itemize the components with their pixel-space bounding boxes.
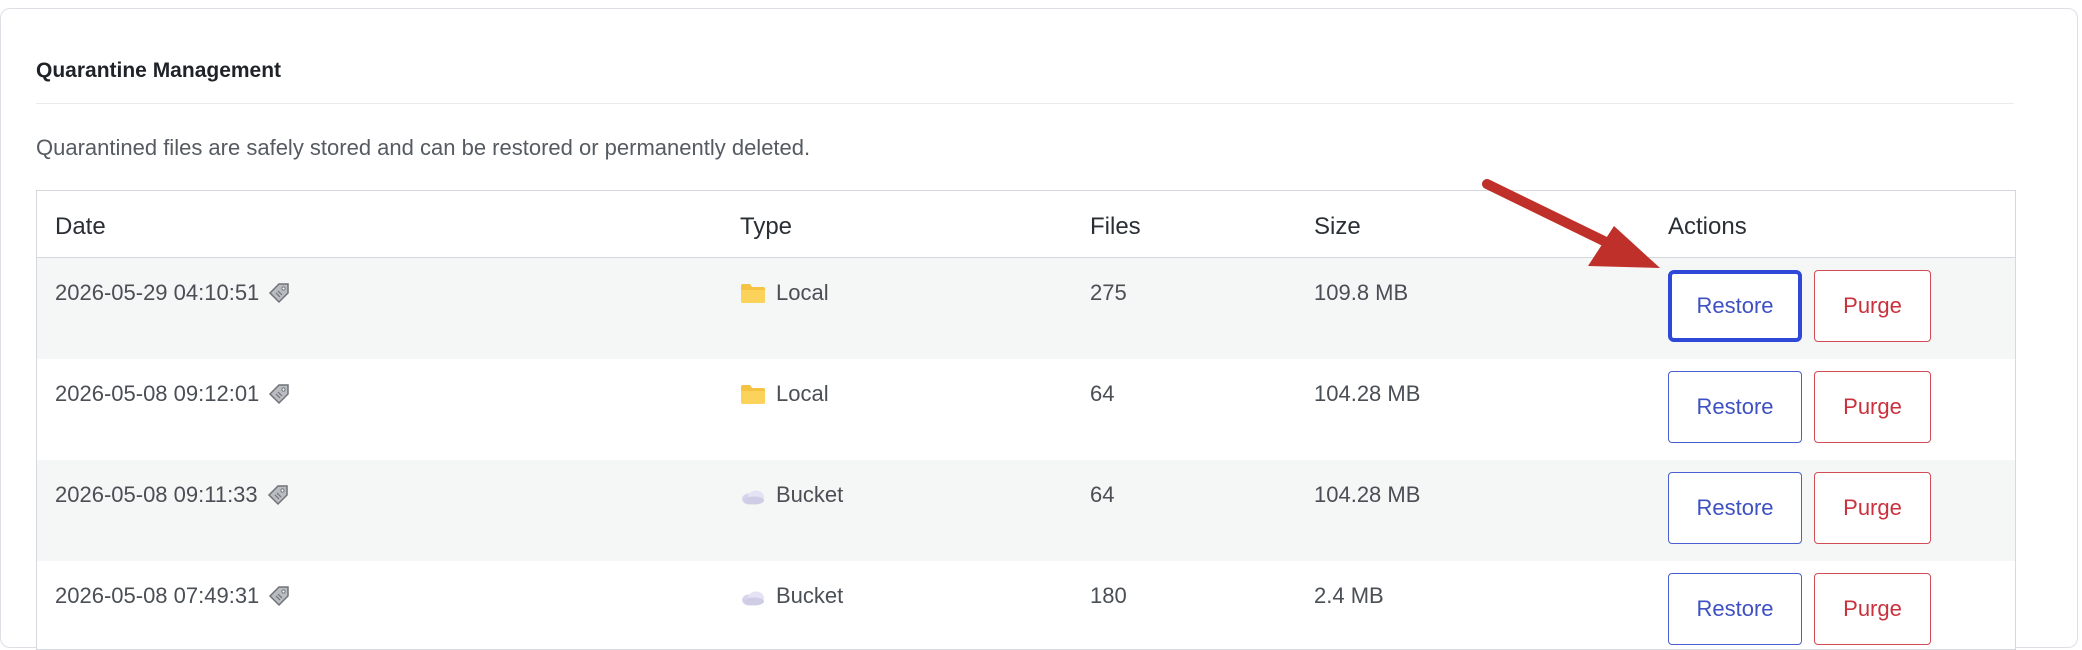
title-divider [36,103,2014,104]
date-cell: 2026-05-08 09:12:01 [55,381,291,407]
date-cell: 2026-05-08 07:49:31 [55,583,291,609]
actions-cell: Restore Purge [1668,371,1931,443]
restore-button[interactable]: Restore [1668,270,1802,342]
column-header-type: Type [740,213,793,240]
column-header-date: Date [55,213,106,240]
date-cell: 2026-05-29 04:10:51 [55,280,291,306]
size-value: 104.28 MB [1314,482,1421,507]
cloud-icon [740,587,766,606]
column-header-files: Files [1090,213,1141,240]
date-value: 2026-05-08 09:12:01 [55,381,260,406]
panel-title: Quarantine Management [36,59,282,82]
table-row: 2026-05-08 07:49:31 Bucket 180 2.4 MB Re… [37,561,2015,649]
tag-icon[interactable] [267,382,291,406]
folder-icon [740,383,766,405]
files-value: 64 [1090,482,1115,507]
type-cell: Bucket [740,583,843,609]
actions-cell: Restore Purge [1668,270,1931,342]
purge-button[interactable]: Purge [1814,270,1931,342]
purge-button[interactable]: Purge [1814,573,1931,645]
files-value: 275 [1090,280,1127,305]
restore-button[interactable]: Restore [1668,371,1802,443]
restore-button[interactable]: Restore [1668,472,1802,544]
column-header-actions: Actions [1668,213,1747,240]
cloud-icon [740,486,766,505]
type-cell: Bucket [740,482,843,508]
tag-icon[interactable] [267,584,291,608]
quarantine-panel: Quarantine Management Quarantined files … [0,8,2078,650]
type-cell: Local [740,280,829,306]
date-value: 2026-05-08 09:11:33 [55,482,258,507]
quarantine-table: Date Type Files Size Actions 2026-05-29 … [36,190,2016,650]
table-row: 2026-05-29 04:10:51 Local 275 109.8 MB R… [37,258,2015,359]
type-value: Bucket [776,482,844,507]
folder-icon [740,282,766,304]
tag-icon[interactable] [267,281,291,305]
size-value: 2.4 MB [1314,583,1384,608]
files-value: 64 [1090,381,1115,406]
table-row: 2026-05-08 09:12:01 Local 64 104.28 MB R… [37,359,2015,460]
actions-cell: Restore Purge [1668,573,1931,645]
size-value: 104.28 MB [1314,381,1421,406]
date-value: 2026-05-08 07:49:31 [55,583,260,608]
actions-cell: Restore Purge [1668,472,1931,544]
date-value: 2026-05-29 04:10:51 [55,280,260,305]
panel-description: Quarantined files are safely stored and … [36,135,811,160]
date-cell: 2026-05-08 09:11:33 [55,482,290,508]
restore-button[interactable]: Restore [1668,573,1802,645]
type-value: Bucket [776,583,844,608]
type-value: Local [776,381,829,406]
table-row: 2026-05-08 09:11:33 Bucket 64 104.28 MB … [37,460,2015,561]
purge-button[interactable]: Purge [1814,472,1931,544]
size-value: 109.8 MB [1314,280,1409,305]
table-header: Date Type Files Size Actions [37,191,2015,258]
purge-button[interactable]: Purge [1814,371,1931,443]
files-value: 180 [1090,583,1127,608]
type-cell: Local [740,381,829,407]
tag-icon[interactable] [266,483,290,507]
type-value: Local [776,280,829,305]
column-header-size: Size [1314,213,1361,240]
